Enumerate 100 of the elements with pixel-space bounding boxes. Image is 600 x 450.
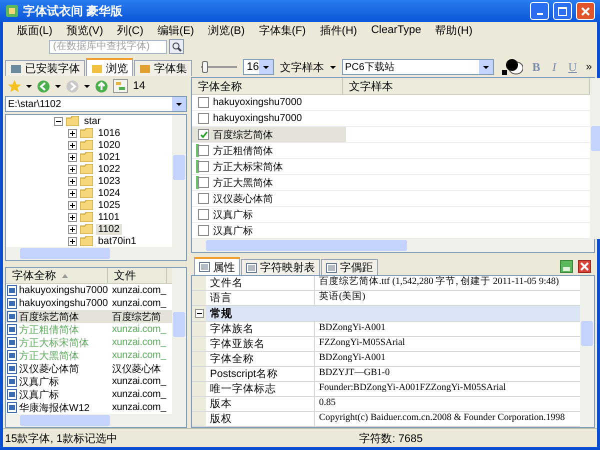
expand-toggle[interactable] <box>68 140 77 150</box>
checkbox[interactable] <box>198 145 209 156</box>
expand-toggle[interactable] <box>68 212 77 222</box>
checkbox[interactable] <box>198 209 209 220</box>
folder-item[interactable]: star <box>82 116 103 126</box>
horizontal-scrollbar[interactable] <box>5 247 187 261</box>
expand-toggle[interactable] <box>68 128 77 138</box>
font-list-row[interactable]: 汉仪菱心体简 汉仪菱心体 <box>6 362 172 375</box>
folder-icon <box>80 176 93 186</box>
font-list-row[interactable]: 汉真广标 xunzai.com_ <box>6 375 172 388</box>
expand-toggle[interactable] <box>194 309 204 318</box>
checkbox[interactable] <box>198 129 209 140</box>
search-field[interactable]: (在数据库中查找字体) <box>49 40 167 54</box>
checkbox[interactable] <box>198 97 209 108</box>
checkbox[interactable] <box>198 161 209 172</box>
menu-item[interactable]: 版面(L) <box>17 22 52 38</box>
folder-tree-icon[interactable] <box>113 79 128 93</box>
size-spinner[interactable]: 16 <box>242 59 274 75</box>
menu-item[interactable]: 预览(V) <box>66 22 104 38</box>
color-picker-icon[interactable] <box>500 58 524 76</box>
vertical-scrollbar[interactable] <box>580 276 594 427</box>
preview-row[interactable]: 汉真广标 <box>192 207 346 222</box>
preview-row[interactable]: hakuyoxingshu7000 <box>192 111 346 126</box>
font-list-row[interactable]: hakuyoxingshu7000 xunzai.com_ <box>6 297 172 310</box>
vertical-scrollbar[interactable] <box>172 115 186 247</box>
menu-item[interactable]: 编辑(E) <box>157 22 194 38</box>
folder-item[interactable]: 1024 <box>96 188 122 198</box>
font-list-row[interactable]: 百度综艺简体 百度综艺简 <box>6 310 172 323</box>
expand-toggle[interactable] <box>68 236 77 246</box>
font-name: hakuyoxingshu7000 <box>213 113 302 124</box>
column-header[interactable]: 文字样本 <box>349 78 393 94</box>
expand-toggle[interactable] <box>68 224 77 234</box>
expand-toggle[interactable] <box>68 200 77 210</box>
menu-item[interactable]: 帮助(H) <box>435 22 472 38</box>
expand-toggle[interactable] <box>68 164 77 174</box>
checkbox[interactable] <box>198 193 209 204</box>
tab[interactable]: 字偶距 <box>321 259 378 275</box>
folder-item[interactable]: bat70in1 <box>96 236 138 246</box>
save-icon[interactable] <box>560 260 573 272</box>
property-value: BDZongYi-A001 <box>318 352 386 365</box>
expand-toggle[interactable] <box>68 152 77 162</box>
tab[interactable]: 已安装字体 <box>5 60 85 76</box>
sample-mode-dropdown[interactable]: 文字样本 <box>280 60 324 74</box>
font-list-row[interactable]: 华康海报体W12 xunzai.com_ <box>6 401 172 414</box>
expand-toggle[interactable] <box>68 176 77 186</box>
column-header[interactable]: 文件 <box>108 268 167 283</box>
path-field[interactable]: E:\star\1102 <box>5 96 187 112</box>
horizontal-scrollbar[interactable] <box>191 239 595 253</box>
search-button[interactable] <box>169 39 184 54</box>
size-slider[interactable] <box>201 61 237 73</box>
folder-item[interactable]: 1016 <box>96 128 122 138</box>
preview-row[interactable]: 方正大黑简体 <box>192 175 346 190</box>
checkbox[interactable] <box>198 225 209 236</box>
folder-item[interactable]: 1025 <box>96 200 122 210</box>
folder-icon <box>80 128 93 138</box>
vertical-scrollbar[interactable] <box>172 268 186 414</box>
tab[interactable]: 字体集 <box>134 60 192 76</box>
menu-item[interactable]: 插件(H) <box>320 22 358 38</box>
list-icon <box>199 262 210 272</box>
preview-row[interactable]: 方正大标宋简体 <box>192 159 346 174</box>
menu-item[interactable]: ClearType <box>371 24 422 36</box>
up-icon[interactable] <box>95 80 108 92</box>
checkbox[interactable] <box>198 177 209 188</box>
column-header[interactable]: 字体全称 <box>6 268 108 283</box>
font-list-row[interactable]: hakuyoxingshu7000 xunzai.com_ <box>6 284 172 297</box>
preview-row[interactable]: 汉仪菱心体简 <box>192 191 346 206</box>
close-icon[interactable] <box>578 260 591 272</box>
folder-item[interactable]: 1022 <box>96 164 122 174</box>
checkbox[interactable] <box>198 113 209 124</box>
window-title: 字体试衣间 豪华版 <box>23 2 124 20</box>
preview-row[interactable]: 汉真广标 <box>192 223 346 238</box>
font-list-row[interactable]: 汉真广标 xunzai.com_ <box>6 388 172 401</box>
sample-text-field[interactable]: PC6下载站 <box>342 59 494 75</box>
preview-row[interactable]: 百度综艺简体 <box>192 127 346 142</box>
back-icon[interactable] <box>37 80 50 92</box>
menu-item[interactable]: 浏览(B) <box>208 22 245 38</box>
column-header[interactable]: 字体全称 <box>198 78 242 94</box>
tab[interactable]: 浏览 <box>86 58 133 76</box>
expand-toggle[interactable] <box>68 188 77 198</box>
folder-item[interactable]: 1101 <box>96 212 122 222</box>
font-name: 百度综艺简体 <box>19 310 79 324</box>
tab[interactable]: 属性 <box>194 257 240 275</box>
folder-item[interactable]: 1021 <box>96 152 122 162</box>
preview-row[interactable]: 方正粗倩简体 <box>192 143 346 158</box>
folder-item[interactable]: 1020 <box>96 140 122 150</box>
menu-item[interactable]: 列(C) <box>117 22 144 38</box>
toolbar-overflow-button[interactable]: » <box>586 61 595 73</box>
tab[interactable]: 字符映射表 <box>241 259 320 275</box>
minimize-button[interactable] <box>530 2 549 20</box>
vertical-scrollbar[interactable] <box>590 78 600 239</box>
font-name: hakuyoxingshu7000 <box>213 97 302 108</box>
folder-item[interactable]: 1102 <box>96 224 122 234</box>
folder-item[interactable]: 1023 <box>96 176 122 186</box>
expand-toggle[interactable] <box>54 116 63 126</box>
horizontal-scrollbar[interactable] <box>5 414 187 428</box>
menu-item[interactable]: 字体集(F) <box>258 22 306 38</box>
close-button[interactable] <box>576 2 595 20</box>
preview-row[interactable]: hakuyoxingshu7000 <box>192 95 346 110</box>
maximize-button[interactable] <box>553 2 572 20</box>
star-icon[interactable] <box>8 80 21 92</box>
